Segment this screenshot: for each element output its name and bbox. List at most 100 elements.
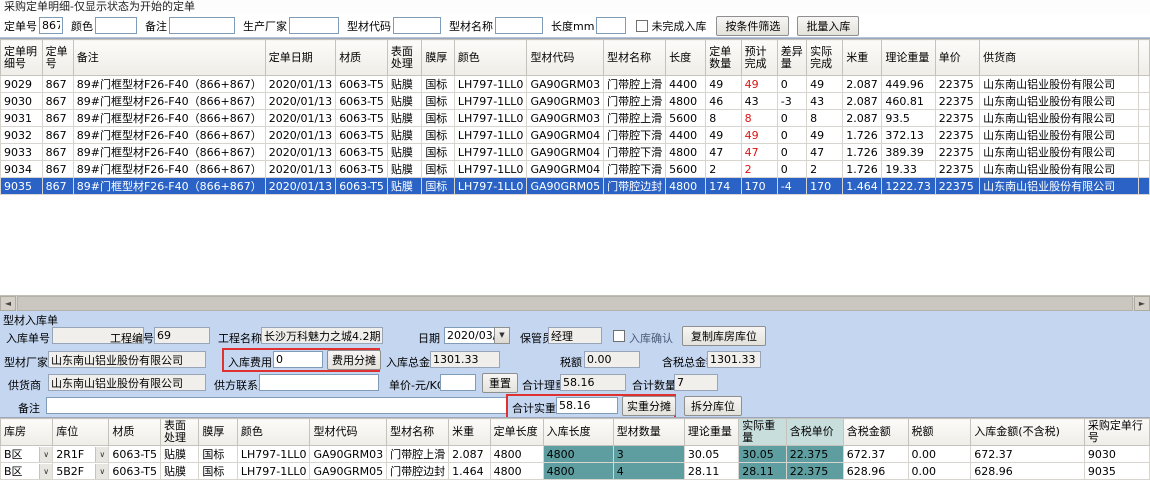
cell[interactable]: 9035 [1084,463,1149,480]
table-row[interactable]: 903486789#门框型材F26-F40（866+867）2020/01/13… [1,161,1150,178]
column-header[interactable]: 含税单价 [786,419,843,446]
column-header[interactable]: 单价 [935,40,979,76]
cell[interactable]: 6063-T5 [109,463,161,480]
column-header[interactable]: 材质 [336,40,388,76]
cell[interactable]: 门带腔下滑 [604,144,666,161]
cell[interactable]: 672.37 [843,446,908,463]
cell[interactable]: 460.81 [882,93,935,110]
cell[interactable]: 国标 [422,127,455,144]
cell[interactable]: 1.726 [843,161,882,178]
cell[interactable]: 867 [42,76,73,93]
column-header[interactable]: 差异量 [777,40,806,76]
cell[interactable]: 门带腔上滑 [604,76,666,93]
cell[interactable]: 49 [706,127,741,144]
table-row[interactable]: 903586789#门框型材F26-F40（866+867）2020/01/13… [1,178,1150,195]
cell[interactable]: 170 [741,178,777,195]
column-header[interactable]: 库位 [53,419,109,446]
cell[interactable]: 5B2F∨ [53,463,109,480]
cell[interactable]: 19.33 [882,161,935,178]
cell[interactable]: 门带腔边封 [387,463,449,480]
column-header[interactable]: 定单长度 [490,419,543,446]
cell[interactable]: 4800 [543,463,613,480]
cell[interactable]: 2 [741,161,777,178]
cell[interactable]: LH797-1LL0 [454,161,527,178]
column-header[interactable]: 表面处理 [161,419,199,446]
cell[interactable]: 4800 [490,463,543,480]
color-input[interactable] [95,17,137,34]
cell[interactable]: 22375 [935,144,979,161]
cell[interactable]: 门带腔上滑 [387,446,449,463]
cell[interactable]: 5600 [666,161,706,178]
cell[interactable]: 国标 [422,144,455,161]
cell[interactable]: 89#门框型材F26-F40（866+867） [73,76,265,93]
cell[interactable]: 门带腔下滑 [604,127,666,144]
cell[interactable]: 372.13 [882,127,935,144]
scrollbar-thumb[interactable] [17,296,1133,311]
cell[interactable]: 628.96 [843,463,908,480]
cell[interactable]: GA90GRM04 [527,127,604,144]
cell[interactable]: 4 [613,463,684,480]
cell[interactable]: 国标 [199,446,237,463]
split-location-button[interactable]: 拆分库位 [684,396,742,416]
total-qty-input[interactable] [674,374,718,391]
keeper-input[interactable] [548,327,602,344]
column-header[interactable]: 材质 [109,419,161,446]
table-row[interactable]: 903286789#门框型材F26-F40（866+867）2020/01/13… [1,127,1150,144]
column-header[interactable]: 颜色 [454,40,527,76]
cell[interactable]: LH797-1LL0 [237,446,310,463]
cell[interactable]: 449.96 [882,76,935,93]
column-header[interactable]: 型材名称 [387,419,449,446]
chevron-down-icon[interactable]: ∨ [39,464,52,479]
cell[interactable]: 4800 [666,93,706,110]
cell[interactable]: 867 [42,127,73,144]
cell[interactable]: 22375 [935,178,979,195]
cell[interactable]: 山东南山铝业股份有限公司 [980,161,1139,178]
column-header[interactable]: 型材代码 [527,40,604,76]
cell[interactable]: 47 [706,144,741,161]
cell[interactable]: 49 [741,127,777,144]
column-header[interactable]: 采购定单行号 [1084,419,1149,446]
cell[interactable]: 贴膜 [387,127,421,144]
cell[interactable]: 贴膜 [387,93,421,110]
cell[interactable]: 4400 [666,76,706,93]
batch-inbound-button[interactable]: 批量入库 [797,16,859,36]
reset-button[interactable]: 重置 [482,373,518,393]
cell[interactable]: LH797-1LL0 [454,144,527,161]
cell[interactable]: 0.00 [908,463,971,480]
cell[interactable]: 门带腔上滑 [604,93,666,110]
cell[interactable]: 2 [807,161,843,178]
cell[interactable]: 贴膜 [387,178,421,195]
cell[interactable]: 2020/01/13 [265,93,335,110]
cell[interactable]: 47 [741,144,777,161]
column-header[interactable]: 含税金额 [843,419,908,446]
column-header[interactable]: 颜色 [237,419,310,446]
column-header[interactable]: 型材代码 [310,419,387,446]
column-header[interactable]: 定单明细号 [1,40,43,76]
cell[interactable]: 6063-T5 [336,93,388,110]
column-header[interactable]: 理论重量 [882,40,935,76]
cell[interactable]: 9034 [1,161,43,178]
manufacturer-input[interactable] [289,17,339,34]
cell[interactable]: 门带腔边封 [604,178,666,195]
profile-name-input[interactable] [495,17,543,34]
cell[interactable]: 9030 [1084,446,1149,463]
cell[interactable]: 1.726 [843,144,882,161]
cell[interactable]: 89#门框型材F26-F40（866+867） [73,127,265,144]
cell[interactable]: 9032 [1,127,43,144]
cell[interactable]: 山东南山铝业股份有限公司 [980,110,1139,127]
cell[interactable]: 9033 [1,144,43,161]
supplier-input[interactable] [48,374,206,391]
cell[interactable]: 22.375 [786,463,843,480]
cell[interactable]: B区∨ [1,446,53,463]
column-header[interactable]: 膜厚 [199,419,237,446]
cell[interactable]: 1.464 [449,463,490,480]
cell[interactable]: 22375 [935,93,979,110]
cell[interactable]: 门带腔上滑 [604,110,666,127]
length-input[interactable] [596,17,626,34]
cell[interactable]: 2.087 [843,76,882,93]
column-header[interactable]: 供货商 [980,40,1139,76]
cell[interactable]: 9031 [1,110,43,127]
remark-input[interactable] [169,17,235,34]
cell[interactable]: 贴膜 [387,161,421,178]
table-row[interactable]: 902986789#门框型材F26-F40（866+867）2020/01/13… [1,76,1150,93]
